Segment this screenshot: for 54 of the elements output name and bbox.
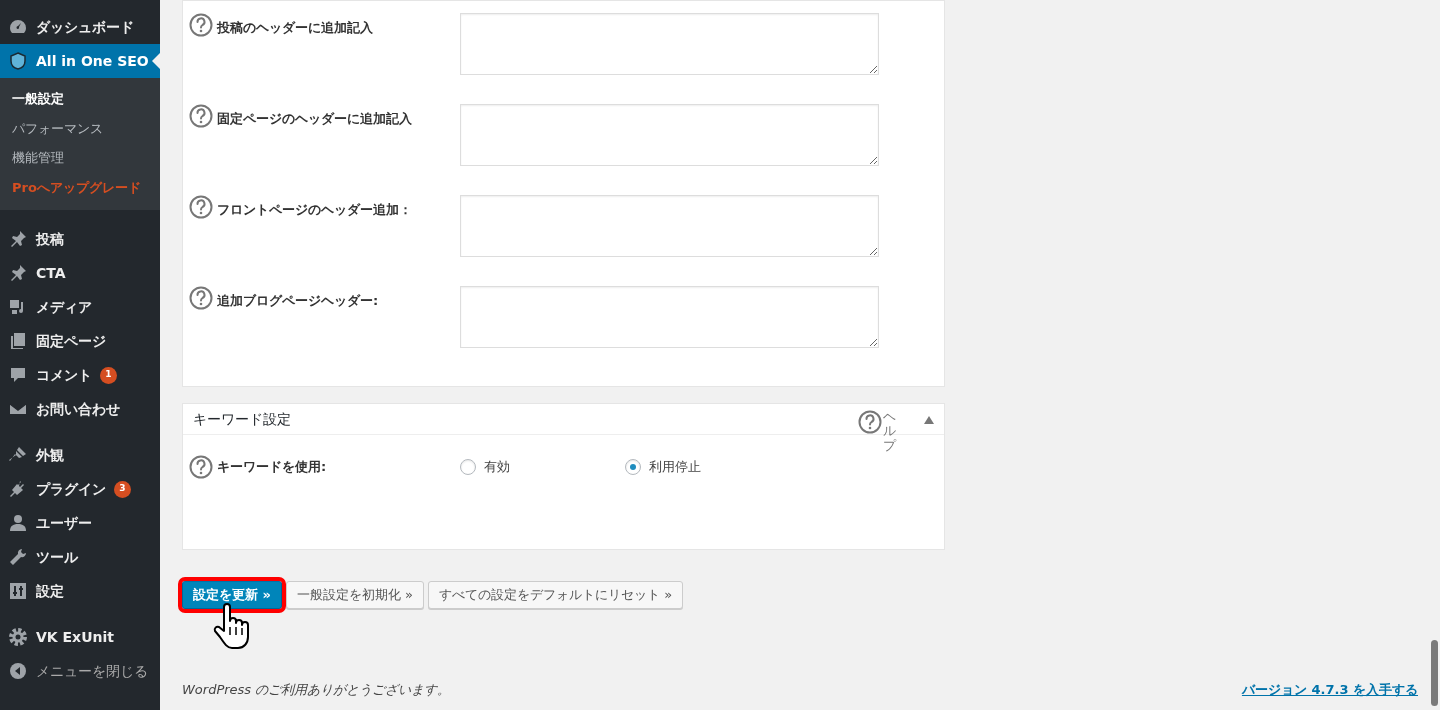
speech-bubble-icon [8, 365, 28, 385]
sidebar-item[interactable]: メディア [0, 290, 160, 324]
radio-label: 有効 [484, 458, 510, 477]
text-area-field[interactable] [460, 286, 879, 348]
sidebar-item[interactable]: 外観 [0, 438, 160, 472]
collapse-menu-button[interactable]: メニューを閉じる [0, 654, 160, 688]
radio-label: 利用停止 [649, 458, 701, 477]
count-badge: 1 [100, 366, 117, 384]
help-icon [858, 410, 882, 434]
field-label: フロントページのヘッダー追加： [217, 201, 412, 219]
text-area-field[interactable] [460, 195, 879, 257]
scrollbar-thumb[interactable] [1431, 640, 1438, 706]
settings-button[interactable]: すべての設定をデフォルトにリセット » [428, 581, 684, 609]
text-area-field[interactable] [460, 13, 879, 75]
submenu-item[interactable]: パフォーマンス [0, 113, 160, 143]
wrench-icon [8, 547, 28, 567]
help-icon [189, 455, 213, 479]
version-link[interactable]: バージョン 4.7.3 を入手する [1241, 680, 1418, 700]
help-icon [189, 286, 213, 310]
panel-title: キーワード設定 [193, 410, 291, 429]
sidebar-item[interactable]: 固定ページ [0, 324, 160, 358]
person-icon [8, 513, 28, 533]
sidebar-item[interactable]: ユーザー [0, 506, 160, 540]
sliders-icon [8, 581, 28, 601]
wordpress-link[interactable]: WordPress [182, 682, 252, 697]
collapse-icon [8, 661, 28, 681]
count-badge: 3 [114, 480, 131, 498]
help-icon [189, 13, 213, 37]
sidebar-item[interactable]: 設定 [0, 574, 160, 608]
pages-icon [8, 331, 28, 351]
help-link[interactable]: ヘルプ [883, 410, 896, 453]
help-icon [189, 195, 213, 219]
field-label: 固定ページのヘッダーに追加記入 [217, 110, 412, 128]
help-icon [189, 104, 213, 128]
submenu-item[interactable]: 機能管理 [0, 143, 160, 173]
field-label: キーワードを使用: [217, 458, 327, 477]
sidebar-item[interactable]: All in One SEO [0, 44, 160, 78]
field-label: 投稿のヘッダーに追加記入 [217, 19, 373, 37]
sidebar-item[interactable]: CTA [0, 256, 160, 290]
text-area-field[interactable] [460, 104, 879, 166]
sidebar-item[interactable]: プラグイン 3 [0, 472, 160, 506]
submenu-item[interactable]: 一般設定 [0, 84, 160, 114]
gear-icon [8, 627, 28, 647]
sidebar-item[interactable]: ツール [0, 540, 160, 574]
collapse-toggle-icon[interactable] [924, 416, 934, 424]
shield-icon [8, 51, 28, 71]
sidebar-item[interactable]: 投稿 [0, 222, 160, 256]
sidebar-item[interactable]: コメント 1 [0, 358, 160, 392]
sidebar-item[interactable]: お問い合わせ [0, 392, 160, 426]
field-label: 追加ブログページヘッダー: [217, 292, 379, 310]
sidebar-item[interactable]: VK ExUnit [0, 620, 160, 654]
settings-button[interactable]: 一般設定を初期化 » [285, 581, 425, 609]
footer-text: WordPress のご利用ありがとうございます。 [182, 681, 451, 699]
sidebar-item[interactable]: ダッシュボード [0, 10, 160, 44]
